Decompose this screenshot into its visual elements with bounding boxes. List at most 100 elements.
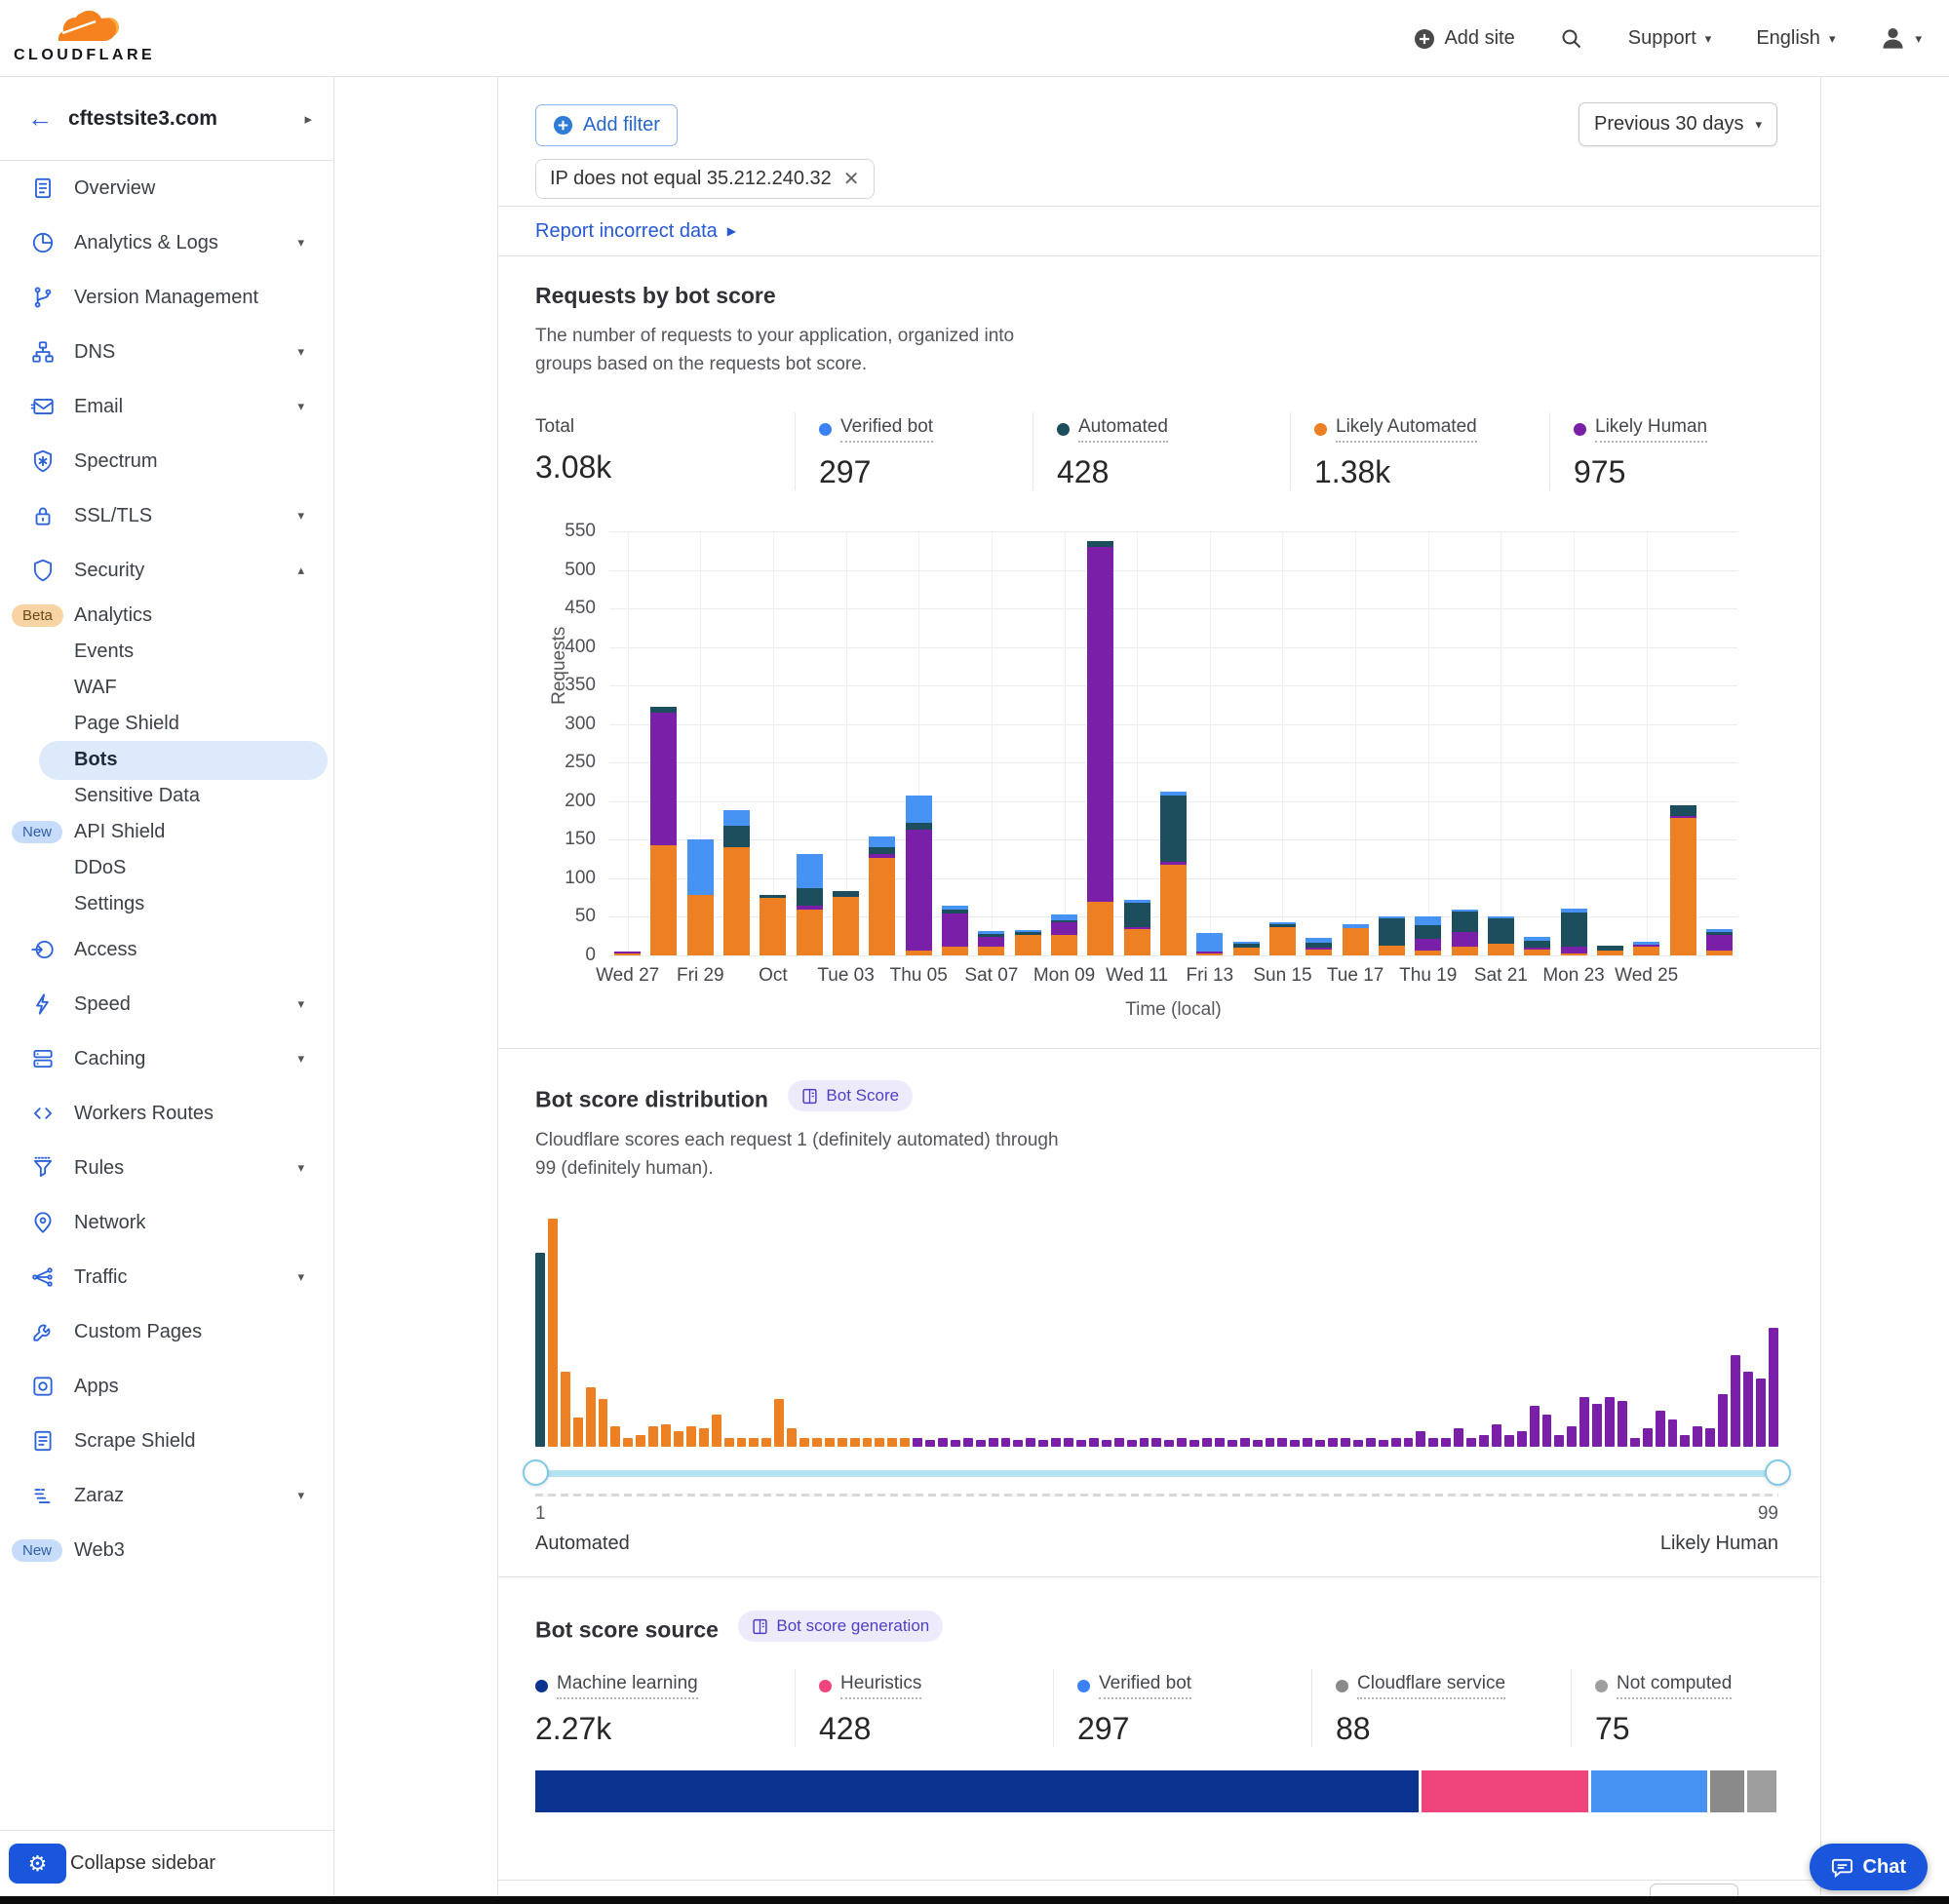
histogram-bar-score-16 (724, 1438, 734, 1447)
sidebar-item-waf[interactable]: WAF (0, 670, 333, 706)
zaraz-icon (30, 1483, 56, 1508)
account-menu[interactable]: ▾ (1880, 25, 1922, 52)
histogram-bar-score-76 (1479, 1435, 1489, 1447)
bar-segment-likely-automated (869, 858, 895, 955)
sidebar-item-api-shield[interactable]: API ShieldNew (0, 814, 333, 850)
chart-bar (1415, 916, 1441, 955)
sidebar-item-events[interactable]: Events (0, 634, 333, 670)
sidebar-item-apps[interactable]: Apps (0, 1359, 333, 1414)
sidebar-item-overview[interactable]: Overview (0, 161, 333, 215)
histogram-bar-score-34 (951, 1440, 960, 1447)
sidebar-item-zaraz[interactable]: Zaraz▾ (0, 1468, 333, 1523)
chevron-right-icon[interactable]: ▸ (304, 110, 312, 128)
sidebar-item-analytics[interactable]: AnalyticsBeta (0, 598, 333, 634)
bot-score-badge[interactable]: Bot Score (788, 1080, 913, 1111)
analytics-icon (30, 230, 56, 255)
histogram-bar-score-33 (938, 1438, 948, 1447)
sidebar-item-ddos[interactable]: DDoS (0, 850, 333, 886)
support-menu[interactable]: Support ▾ (1628, 27, 1712, 50)
language-menu[interactable]: English ▾ (1756, 27, 1835, 50)
x-tick-label: Fri 29 (677, 965, 724, 987)
x-tick-label: Wed 27 (596, 965, 659, 987)
sidebar-item-caching[interactable]: Caching▾ (0, 1031, 333, 1086)
add-site-button[interactable]: Add site (1414, 27, 1514, 50)
sidebar-item-label: Caching (74, 1048, 145, 1070)
slider-handle-max[interactable] (1765, 1459, 1791, 1486)
site-name: cftestsite3.com (68, 107, 217, 131)
collapse-sidebar-button[interactable]: Collapse sidebar (70, 1852, 215, 1875)
sidebar-item-settings[interactable]: Settings (0, 886, 333, 922)
new-badge: New (12, 1539, 62, 1562)
chart-bar (978, 931, 1004, 955)
score-range-slider[interactable] (535, 1470, 1778, 1477)
stat-label[interactable]: Heuristics (840, 1673, 921, 1699)
sidebar-item-dns[interactable]: DNS▾ (0, 325, 333, 379)
slider-handle-min[interactable] (523, 1459, 549, 1486)
stat-label[interactable]: Cloudflare service (1357, 1673, 1505, 1699)
sidebar-item-email[interactable]: Email▾ (0, 379, 333, 434)
stat-label[interactable]: Likely Automated (1336, 416, 1477, 443)
sidebar-item-traffic[interactable]: Traffic▾ (0, 1250, 333, 1304)
settings-gear-button[interactable]: ⚙ (9, 1844, 66, 1884)
histogram-bar-score-9 (636, 1435, 645, 1447)
report-link-label: Report incorrect data (535, 220, 718, 243)
sidebar-item-bots[interactable]: Bots (0, 742, 333, 778)
stat-not-computed: Not computed 75 (1571, 1669, 1783, 1747)
sidebar-item-network[interactable]: Network (0, 1195, 333, 1250)
back-arrow-icon[interactable]: ← (27, 103, 53, 134)
stat-label[interactable]: Likely Human (1595, 416, 1707, 443)
sidebar-item-label: Access (74, 939, 136, 961)
gridline (609, 955, 1737, 956)
sidebar-item-workers-routes[interactable]: Workers Routes (0, 1086, 333, 1141)
sidebar-item-label: Rules (74, 1157, 124, 1180)
sidebar-item-security[interactable]: Security▴ (0, 543, 333, 598)
bar-segment-verified-bot (797, 854, 823, 888)
sidebar-item-rules[interactable]: Rules▾ (0, 1141, 333, 1195)
site-selector[interactable]: ← cftestsite3.com ▸ (0, 77, 333, 161)
report-incorrect-data-link[interactable]: Report incorrect data ▶ (535, 220, 736, 243)
histogram-bar-score-23 (812, 1438, 822, 1447)
histogram-bar-score-91 (1668, 1419, 1678, 1447)
stat-label[interactable]: Machine learning (557, 1673, 698, 1699)
remove-filter-icon[interactable]: ✕ (843, 167, 860, 191)
cloudflare-logo[interactable]: CLOUDFLARE (14, 4, 140, 72)
sidebar-item-page-shield[interactable]: Page Shield (0, 706, 333, 742)
sidebar-item-label: Email (74, 396, 123, 418)
stat-label[interactable]: Verified bot (840, 416, 933, 443)
sidebar-item-version-management[interactable]: Version Management (0, 270, 333, 325)
sidebar-item-access[interactable]: Access (0, 922, 333, 977)
sidebar-item-speed[interactable]: Speed▾ (0, 977, 333, 1031)
bot-score-generation-badge[interactable]: Bot score generation (738, 1611, 943, 1642)
stat-label[interactable]: Verified bot (1099, 1673, 1191, 1699)
chart-bar (650, 707, 677, 955)
bot-score-distribution-card: Bot score distribution Bot Score Cloudfl… (498, 1049, 1820, 1577)
arrow-right-icon: ▶ (727, 224, 736, 238)
caching-icon (30, 1046, 56, 1071)
stat-label[interactable]: Not computed (1617, 1673, 1732, 1699)
chat-button[interactable]: Chat (1810, 1844, 1928, 1890)
search-button[interactable] (1560, 27, 1583, 51)
bar-segment-likely-automated (1124, 929, 1150, 955)
sidebar-item-analytics-logs[interactable]: Analytics & Logs▾ (0, 215, 333, 270)
stat-label[interactable]: Automated (1078, 416, 1168, 443)
x-tick-label: Wed 25 (1615, 965, 1678, 987)
histogram-bar-score-57 (1240, 1438, 1250, 1447)
sidebar-item-ssl-tls[interactable]: SSL/TLS▾ (0, 488, 333, 543)
sidebar-item-spectrum[interactable]: Spectrum (0, 434, 333, 488)
stat-label: Total (535, 416, 574, 438)
chevron-down-icon: ▾ (297, 508, 304, 524)
filter-chip: IP does not equal 35.212.240.32 ✕ (535, 159, 875, 199)
stat-value: 75 (1595, 1711, 1783, 1747)
language-label: English (1756, 27, 1820, 50)
sidebar-item-scrape-shield[interactable]: Scrape Shield (0, 1414, 333, 1468)
bar-segment-likely-automated (942, 947, 968, 955)
add-filter-button[interactable]: Add filter (535, 104, 678, 146)
histogram-bar-score-78 (1504, 1435, 1514, 1447)
date-range-dropdown[interactable]: Previous 30 days ▾ (1579, 102, 1777, 146)
sidebar-item-custom-pages[interactable]: Custom Pages (0, 1304, 333, 1359)
bar-segment-likely-human (1706, 935, 1733, 951)
chart-bar (1269, 922, 1296, 955)
bar-segment-likely-human (650, 713, 677, 845)
sidebar-item-web3[interactable]: Web3New (0, 1523, 333, 1577)
sidebar-item-sensitive-data[interactable]: Sensitive Data (0, 778, 333, 814)
